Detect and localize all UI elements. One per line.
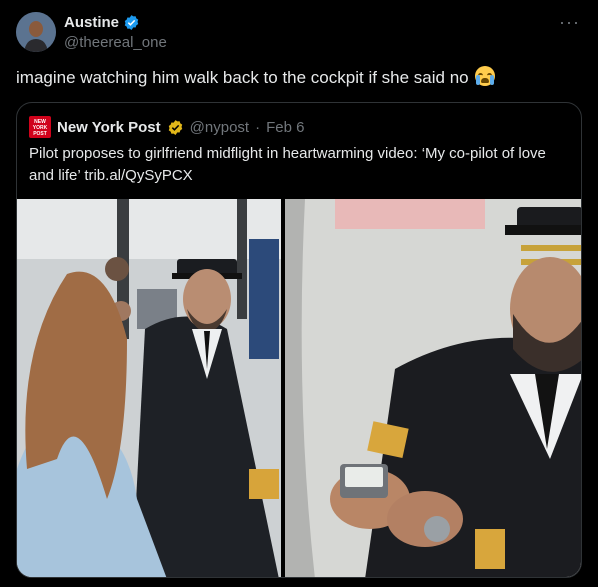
author-name[interactable]: Austine xyxy=(64,14,119,31)
quoted-date[interactable]: Feb 6 xyxy=(266,119,304,136)
quoted-author-name[interactable]: New York Post xyxy=(57,119,161,136)
quoted-tweet-header: NEW YORK POST New York Post @nypost · Feb … xyxy=(29,115,304,139)
author-handle[interactable]: @theereal_one xyxy=(64,34,167,51)
quoted-tweet-text: Pilot proposes to girlfriend midflight i… xyxy=(29,145,546,184)
photo-proposal-closeup[interactable] xyxy=(285,199,581,577)
loudly-crying-face-icon xyxy=(475,66,496,86)
avatar[interactable] xyxy=(16,12,56,52)
verified-badge-icon xyxy=(123,14,140,31)
author-block: Austine @theereal_one xyxy=(64,12,167,52)
more-options-icon[interactable]: ··· xyxy=(559,12,580,33)
nypost-logo-icon: NEW YORK POST xyxy=(29,116,51,138)
dot-separator: · xyxy=(255,118,261,136)
media-grid[interactable] xyxy=(17,199,581,577)
tweet-card[interactable]: Austine @theereal_one ··· imagine watchi… xyxy=(0,0,598,587)
gold-verified-badge-icon xyxy=(167,119,184,136)
quoted-tweet[interactable]: NEW YORK POST New York Post @nypost · Feb … xyxy=(16,102,582,578)
tweet-text: imagine watching him walk back to the co… xyxy=(16,66,496,90)
photo-proposal-wide[interactable] xyxy=(17,199,281,577)
tweet-body: imagine watching him walk back to the co… xyxy=(16,68,469,87)
quoted-author-handle[interactable]: @nypost xyxy=(190,119,249,136)
